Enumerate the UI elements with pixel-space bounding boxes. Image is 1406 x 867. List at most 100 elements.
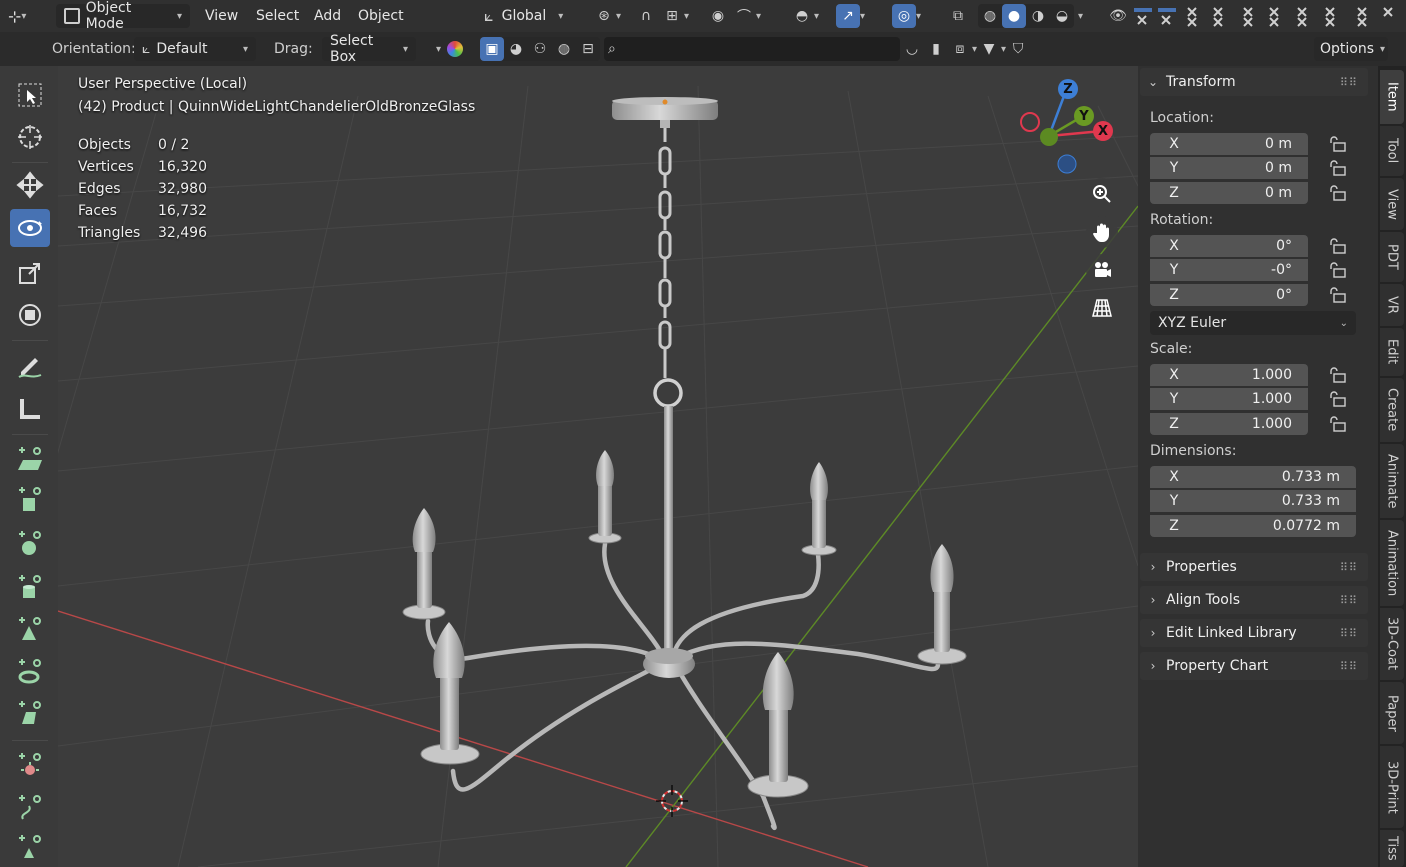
- visibility-button[interactable]: ◓ ▾: [790, 4, 819, 28]
- tab-tiss[interactable]: Tiss: [1380, 830, 1404, 867]
- shield-icon[interactable]: ⛉: [1006, 37, 1030, 61]
- xray-toggle[interactable]: ⧉: [946, 4, 970, 28]
- orientation-dropdown[interactable]: ⟀ Default ▾: [134, 37, 256, 61]
- camera-view-button[interactable]: [1086, 254, 1118, 286]
- perspective-toggle-button[interactable]: [1086, 292, 1118, 324]
- rotate-tool[interactable]: [10, 209, 50, 247]
- tab-vr[interactable]: VR: [1380, 284, 1404, 326]
- add-cylinder-tool[interactable]: [10, 568, 50, 606]
- property-chart-panel-header[interactable]: › Property Chart ⠿⠿: [1140, 652, 1368, 680]
- proportional-edit-toggle[interactable]: ◉: [706, 4, 730, 28]
- rotation-x-field[interactable]: X 0°: [1150, 235, 1308, 257]
- add-light-tool[interactable]: [10, 746, 50, 784]
- dimensions-x-field[interactable]: X 0.733 m: [1150, 466, 1356, 488]
- add-cone-tool[interactable]: [10, 610, 50, 648]
- bookmark-icon[interactable]: ▮: [924, 37, 948, 61]
- add-torus-tool[interactable]: [10, 652, 50, 690]
- move-tool[interactable]: [10, 166, 50, 204]
- scale-x-field[interactable]: X 1.000: [1150, 364, 1308, 386]
- overlays-toggle[interactable]: ◎ ▾: [892, 4, 921, 28]
- scale-tool[interactable]: [10, 254, 50, 292]
- lock-icon[interactable]: [1330, 136, 1348, 152]
- select-box-tool[interactable]: [10, 76, 50, 114]
- tab-animation[interactable]: Animation: [1380, 520, 1404, 606]
- pivot-point-button[interactable]: ⊛ ▾: [592, 4, 621, 28]
- rotation-y-field[interactable]: Y -0°: [1150, 259, 1308, 281]
- annotate-tool[interactable]: [10, 346, 50, 384]
- scale-z-field[interactable]: Z 1.000: [1150, 413, 1308, 435]
- solid-shading-icon[interactable]: ●: [1002, 4, 1026, 28]
- add-cube-tool[interactable]: [10, 480, 50, 518]
- options-dropdown[interactable]: Options ▾: [1314, 37, 1388, 61]
- wireframe-shading-icon[interactable]: ◍: [978, 4, 1002, 28]
- tab-tool[interactable]: Tool: [1380, 126, 1404, 176]
- location-y-field[interactable]: Y 0 m: [1150, 157, 1308, 179]
- rotation-z-field[interactable]: Z 0°: [1150, 284, 1308, 306]
- dimensions-y-field[interactable]: Y 0.733 m: [1150, 490, 1356, 512]
- lock-icon[interactable]: [1330, 416, 1348, 432]
- falloff-button[interactable]: ⌒ ▾: [732, 4, 761, 28]
- tab-edit[interactable]: Edit: [1380, 328, 1404, 376]
- select-intersect-icon[interactable]: ⊟: [576, 37, 600, 61]
- curve-icon[interactable]: ◡: [900, 37, 924, 61]
- menu-add[interactable]: Add: [314, 4, 341, 28]
- filter-icons[interactable]: ◡ ▮ ⧈ ▾ ▼ ▾ ⛉: [900, 37, 1030, 61]
- lock-icon[interactable]: [1330, 287, 1348, 303]
- color-picker-button[interactable]: ▾: [436, 37, 464, 61]
- menu-view[interactable]: View: [205, 4, 238, 28]
- tab-view[interactable]: View: [1380, 178, 1404, 230]
- tab-3d-print[interactable]: 3D-Print: [1380, 746, 1404, 828]
- align-tools-panel-header[interactable]: › Align Tools ⠿⠿: [1140, 586, 1368, 614]
- transform-panel-header[interactable]: ⌄ Transform ⠿⠿: [1140, 68, 1368, 96]
- zoom-button[interactable]: [1086, 178, 1118, 210]
- tab-pdt[interactable]: PDT: [1380, 232, 1404, 282]
- select-new-icon[interactable]: ▣: [480, 37, 504, 61]
- mode-dropdown[interactable]: Object Mode ▾: [56, 0, 190, 32]
- lock-icon[interactable]: [1330, 238, 1348, 254]
- location-z-field[interactable]: Z 0 m: [1150, 182, 1308, 204]
- select-mode-group[interactable]: ▣ ◕ ⚇ ◍ ⊟: [480, 37, 600, 61]
- drag-handle-icon[interactable]: ⠿⠿: [1340, 627, 1358, 640]
- add-plane-tool[interactable]: [10, 440, 50, 478]
- pan-button[interactable]: [1086, 216, 1118, 248]
- tab-3d-coat[interactable]: 3D-Coat: [1380, 608, 1404, 680]
- tab-item[interactable]: Item: [1380, 70, 1404, 124]
- select-invert-icon[interactable]: ◍: [552, 37, 576, 61]
- select-subtract-icon[interactable]: ⚇: [528, 37, 552, 61]
- location-x-field[interactable]: X 0 m: [1150, 133, 1308, 155]
- lock-icon[interactable]: [1330, 185, 1348, 201]
- lock-icon[interactable]: [1330, 391, 1348, 407]
- drag-dropdown[interactable]: Select Box ▾: [322, 33, 416, 65]
- tab-create[interactable]: Create: [1380, 378, 1404, 442]
- editor-type-button[interactable]: ⊹ ▾: [8, 4, 26, 28]
- filter-icon[interactable]: ▼: [977, 37, 1001, 61]
- snap-target-button[interactable]: ⊞ ▾: [660, 4, 689, 28]
- gizmo-x-axis[interactable]: X: [1093, 121, 1113, 141]
- lock-icon[interactable]: [1330, 262, 1348, 278]
- lock-icon[interactable]: [1330, 367, 1348, 383]
- rotation-mode-dropdown[interactable]: XYZ Euler ⌄: [1150, 311, 1356, 335]
- add-curve-tool[interactable]: [10, 788, 50, 826]
- tab-paper[interactable]: Paper: [1380, 682, 1404, 744]
- gizmo-z-axis[interactable]: Z: [1058, 79, 1078, 99]
- transform-orientation-dropdown[interactable]: ⟀ Global ▾: [484, 4, 563, 28]
- material-shading-icon[interactable]: ◑: [1026, 4, 1050, 28]
- add-wedge-tool[interactable]: [10, 694, 50, 732]
- drag-handle-icon[interactable]: ⠿⠿: [1340, 561, 1358, 574]
- gizmo-y-axis[interactable]: Y: [1074, 106, 1094, 126]
- drag-handle-icon[interactable]: ⠿⠿: [1340, 76, 1358, 89]
- lock-icon[interactable]: [1330, 160, 1348, 176]
- properties-panel-header[interactable]: › Properties ⠿⠿: [1140, 553, 1368, 581]
- cursor-tool[interactable]: [10, 118, 50, 156]
- snap-toggle[interactable]: ∩: [634, 4, 658, 28]
- transform-tool[interactable]: [10, 296, 50, 334]
- search-input[interactable]: ⌕: [604, 37, 900, 61]
- add-empty-tool[interactable]: [10, 828, 50, 866]
- menu-select[interactable]: Select: [256, 4, 299, 28]
- scale-y-field[interactable]: Y 1.000: [1150, 388, 1308, 410]
- layout-icon[interactable]: ⧈: [948, 37, 972, 61]
- gizmo-toggle[interactable]: ↗ ▾: [836, 4, 865, 28]
- 3d-viewport[interactable]: Z Y X User Perspective (Local) (42) Prod…: [58, 66, 1138, 867]
- overlay-visibility-toggle[interactable]: 👁: [1106, 4, 1130, 28]
- rendered-shading-icon[interactable]: ◒: [1050, 4, 1074, 28]
